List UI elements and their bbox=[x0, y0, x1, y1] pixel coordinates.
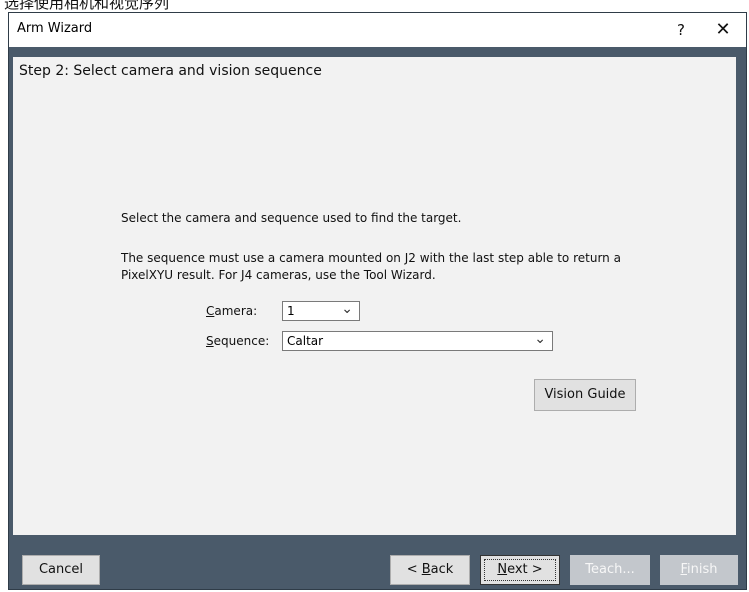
camera-dropdown[interactable]: 1 ⌄ bbox=[282, 301, 360, 321]
title-bar[interactable]: Arm Wizard ? ✕ bbox=[9, 13, 746, 47]
chevron-down-icon: ⌄ bbox=[534, 331, 546, 347]
next-button[interactable]: Next > bbox=[480, 555, 560, 585]
sequence-label: Sequence: bbox=[206, 334, 270, 348]
focus-rectangle bbox=[484, 559, 556, 581]
camera-label: Camera: bbox=[206, 304, 258, 318]
arm-wizard-dialog: Arm Wizard ? ✕ Step 2: Select camera and… bbox=[8, 12, 747, 590]
chevron-down-icon: ⌄ bbox=[341, 301, 353, 317]
sequence-dropdown[interactable]: Caltar ⌄ bbox=[282, 331, 553, 351]
finish-button[interactable]: Finish bbox=[660, 555, 738, 585]
window-title: Arm Wizard bbox=[17, 21, 93, 36]
wizard-content-panel: Step 2: Select camera and vision sequenc… bbox=[13, 57, 736, 535]
camera-value: 1 bbox=[287, 304, 295, 318]
close-button[interactable]: ✕ bbox=[703, 15, 743, 45]
cropped-text-strip: 选择使用相机和视觉序列 bbox=[0, 0, 749, 10]
help-button[interactable]: ? bbox=[663, 15, 699, 45]
note-text-line-1: The sequence must use a camera mounted o… bbox=[121, 251, 621, 265]
teach-button[interactable]: Teach... bbox=[570, 555, 650, 585]
note-text-line-2: PixelXYU result. For J4 cameras, use the… bbox=[121, 268, 436, 282]
vision-guide-button[interactable]: Vision Guide bbox=[534, 379, 636, 411]
instruction-text: Select the camera and sequence used to f… bbox=[121, 211, 462, 225]
sequence-value: Caltar bbox=[287, 334, 324, 348]
back-button[interactable]: < Back bbox=[390, 555, 470, 585]
step-heading: Step 2: Select camera and vision sequenc… bbox=[19, 63, 322, 79]
cancel-button[interactable]: Cancel bbox=[22, 555, 100, 585]
